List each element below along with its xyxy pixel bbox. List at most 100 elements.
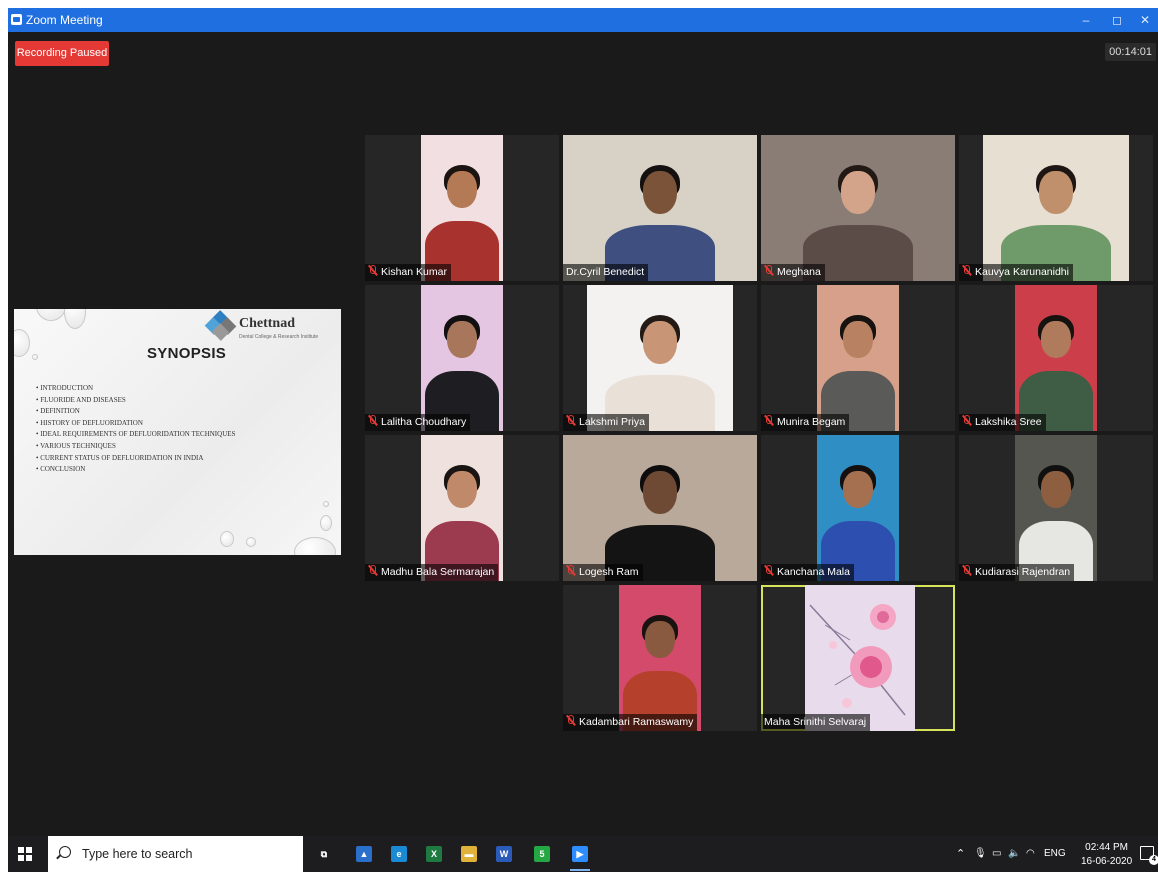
participant-name: Madhu Bala Sermarajan bbox=[381, 566, 495, 578]
water-drop-decoration bbox=[14, 329, 30, 357]
participant-tile[interactable]: Kadambari Ramaswamy bbox=[563, 585, 757, 731]
word-icon[interactable]: W bbox=[492, 842, 516, 866]
muted-microphone-icon bbox=[566, 565, 575, 576]
windows-start-icon[interactable] bbox=[18, 847, 32, 861]
battery-icon[interactable]: ▭ bbox=[992, 836, 1001, 872]
participant-name: Lakshmi Priya bbox=[579, 416, 645, 428]
water-drop-decoration bbox=[36, 309, 66, 321]
participant-tile[interactable]: Munira Begam bbox=[761, 285, 955, 431]
zoom-meeting-window: Zoom Meeting – ◻ ✕ Recording Paused 00:1… bbox=[8, 8, 1158, 872]
slide-bullet: VARIOUS TECHNIQUES bbox=[36, 442, 235, 454]
participant-video bbox=[817, 285, 899, 431]
participant-video bbox=[563, 135, 757, 281]
task-view-icon[interactable]: ⧉ bbox=[312, 842, 336, 866]
whatsapp-icon[interactable]: 5 bbox=[530, 842, 554, 866]
search-icon bbox=[59, 846, 71, 858]
participant-name-tag: Kudiarasi Rajendran bbox=[959, 564, 1075, 581]
muted-microphone-icon bbox=[962, 265, 971, 276]
participant-tile[interactable]: Madhu Bala Sermarajan bbox=[365, 435, 559, 581]
excel-icon[interactable]: X bbox=[422, 842, 446, 866]
muted-microphone-icon bbox=[566, 715, 575, 726]
taskbar-search-box[interactable]: Type here to search bbox=[48, 836, 303, 872]
participant-name-tag: Maha Srinithi Selvaraj bbox=[761, 714, 871, 731]
participant-name: Kanchana Mala bbox=[777, 566, 850, 578]
network-icon[interactable]: ◠ bbox=[1026, 836, 1035, 872]
participant-name: Dr.Cyril Benedict bbox=[566, 266, 645, 278]
participant-name: Logesh Ram bbox=[579, 566, 639, 578]
recording-paused-button[interactable]: Recording Paused bbox=[15, 41, 109, 66]
college-logo-subtitle: Dental College & Research Institute bbox=[239, 334, 319, 340]
participant-video bbox=[587, 285, 733, 431]
participant-tile[interactable]: Kanchana Mala bbox=[761, 435, 955, 581]
action-center-notification-icon[interactable]: 4 bbox=[1140, 846, 1158, 865]
participant-video bbox=[761, 135, 955, 281]
participant-video bbox=[1015, 435, 1097, 581]
participant-tile[interactable]: Kudiarasi Rajendran bbox=[959, 435, 1153, 581]
participant-video bbox=[421, 435, 503, 581]
participant-name: Lakshika Sree bbox=[975, 416, 1042, 428]
participant-name: Maha Srinithi Selvaraj bbox=[764, 716, 867, 728]
shared-screen-slide: Chettnad Dental College & Research Insti… bbox=[14, 309, 341, 555]
show-hidden-icons-chevron-icon[interactable]: ⌃ bbox=[956, 836, 965, 872]
participant-name: Kudiarasi Rajendran bbox=[975, 566, 1071, 578]
participant-name: Kauvya Karunanidhi bbox=[975, 266, 1069, 278]
edge-browser-glyph: e bbox=[391, 846, 407, 862]
muted-microphone-icon bbox=[764, 565, 773, 576]
restore-button[interactable]: ◻ bbox=[1102, 8, 1132, 32]
muted-microphone-icon bbox=[962, 565, 971, 576]
input-language[interactable]: ENG bbox=[1044, 836, 1066, 872]
participant-name-tag: Lakshika Sree bbox=[959, 414, 1046, 431]
word-glyph: W bbox=[496, 846, 512, 862]
participant-tile[interactable]: Meghana bbox=[761, 135, 955, 281]
edge-browser-icon[interactable]: e bbox=[387, 842, 411, 866]
participant-tile[interactable]: Maha Srinithi Selvaraj bbox=[761, 585, 955, 731]
water-drop-decoration bbox=[320, 515, 332, 531]
zoom-app-icon bbox=[11, 14, 22, 25]
participant-name-tag: Madhu Bala Sermarajan bbox=[365, 564, 499, 581]
microphone-icon[interactable]: 🎙 bbox=[974, 836, 987, 872]
participant-tile[interactable]: Dr.Cyril Benedict bbox=[563, 135, 757, 281]
zoom-glyph: ▶ bbox=[572, 846, 588, 862]
muted-microphone-icon bbox=[764, 415, 773, 426]
participant-name-tag: Logesh Ram bbox=[563, 564, 643, 581]
participant-tile[interactable]: Logesh Ram bbox=[563, 435, 757, 581]
participant-video bbox=[563, 435, 757, 581]
participant-name: Kadambari Ramaswamy bbox=[579, 716, 694, 728]
water-drop-decoration bbox=[323, 501, 329, 507]
participant-tile[interactable]: Lakshmi Priya bbox=[563, 285, 757, 431]
participant-name-tag: Dr.Cyril Benedict bbox=[563, 264, 649, 281]
minimize-button[interactable]: – bbox=[1071, 8, 1101, 32]
speaker-icon[interactable]: 🔈 bbox=[1008, 836, 1020, 872]
zoom-icon[interactable]: ▶ bbox=[568, 842, 592, 871]
clock-time: 02:44 PM bbox=[1085, 842, 1128, 853]
task-view-glyph: ⧉ bbox=[316, 846, 332, 862]
close-button[interactable]: ✕ bbox=[1130, 8, 1158, 32]
participant-name: Meghana bbox=[777, 266, 821, 278]
participant-tile[interactable]: Lakshika Sree bbox=[959, 285, 1153, 431]
slide-bullet: DEFINITION bbox=[36, 407, 235, 419]
windows-taskbar: Type here to search ⧉ ▲ e X ▬ W 5 ▶ ⌃ 🎙 ▭ 🔈 ◠ E… bbox=[8, 836, 1158, 872]
file-explorer-icon[interactable]: ▬ bbox=[457, 842, 481, 866]
muted-microphone-icon bbox=[368, 415, 377, 426]
participant-video bbox=[421, 285, 503, 431]
participant-video bbox=[619, 585, 701, 731]
recording-timer: 00:14:01 bbox=[1105, 43, 1156, 61]
water-drop-decoration bbox=[220, 531, 234, 547]
participant-tile[interactable]: Kishan Kumar bbox=[365, 135, 559, 281]
participant-name-tag: Kadambari Ramaswamy bbox=[563, 714, 698, 731]
participant-tile[interactable]: Lalitha Choudhary bbox=[365, 285, 559, 431]
profile-picture bbox=[805, 585, 915, 731]
participant-video bbox=[817, 435, 899, 581]
participant-name-tag: Munira Begam bbox=[761, 414, 850, 431]
water-drop-decoration bbox=[32, 354, 38, 360]
participant-name-tag: Meghana bbox=[761, 264, 825, 281]
participant-video bbox=[983, 135, 1129, 281]
slide-bullet: CURRENT STATUS OF DEFLUORIDATION IN INDI… bbox=[36, 454, 235, 466]
taskbar-clock[interactable]: 02:44 PM 16-06-2020 bbox=[1081, 841, 1132, 869]
participant-name-tag: Lakshmi Priya bbox=[563, 414, 649, 431]
participant-name-tag: Kauvya Karunanidhi bbox=[959, 264, 1073, 281]
muted-microphone-icon bbox=[962, 415, 971, 426]
participant-tile[interactable]: Kauvya Karunanidhi bbox=[959, 135, 1153, 281]
file-explorer-accounts-icon[interactable]: ▲ bbox=[352, 842, 376, 866]
participant-name: Kishan Kumar bbox=[381, 266, 447, 278]
